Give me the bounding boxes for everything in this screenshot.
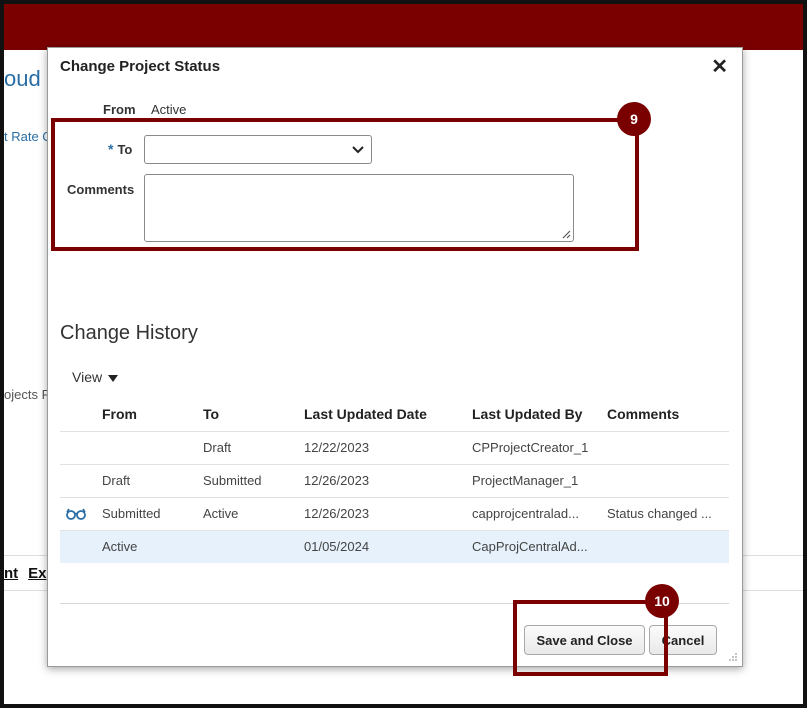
view-menu-label: View: [72, 369, 103, 385]
table-row[interactable]: Submitted Active 12/26/2023 capprojcentr…: [60, 496, 729, 530]
view-details-icon[interactable]: [66, 508, 86, 520]
app-header-bar: [4, 4, 803, 50]
annotation-highlight-step-9: [51, 118, 639, 251]
cell-to: Active: [203, 496, 304, 530]
caret-down-icon: [108, 374, 119, 382]
cell-to: Draft: [203, 430, 304, 464]
row-icon-cell: [60, 529, 102, 563]
cell-comments: [607, 430, 729, 464]
table-header-row: From To Last Updated Date Last Updated B…: [60, 397, 729, 431]
background-tab[interactable]: nt: [4, 565, 18, 582]
from-label: From: [103, 102, 136, 117]
cell-comments: [607, 529, 729, 563]
change-history-table: From To Last Updated Date Last Updated B…: [60, 397, 729, 563]
change-history-title: Change History: [60, 322, 198, 344]
view-menu[interactable]: View: [72, 369, 119, 385]
background-link: t Rate C: [4, 129, 52, 144]
close-icon[interactable]: ✕: [711, 54, 728, 79]
cell-comments: Status changed ...: [607, 496, 729, 530]
cell-date: 12/26/2023: [304, 496, 472, 530]
table-row-selected[interactable]: Active 01/05/2024 CapProjCentralAd...: [60, 529, 729, 563]
column-header-last-updated-by[interactable]: Last Updated By: [472, 397, 607, 431]
cell-updated-by: CapProjCentralAd...: [472, 529, 607, 563]
annotation-badge-step-9: 9: [617, 102, 651, 136]
from-value: Active: [151, 102, 187, 117]
column-header-icon: [60, 397, 102, 431]
column-header-from[interactable]: From: [102, 397, 203, 431]
cell-updated-by: CPProjectCreator_1: [472, 430, 607, 464]
annotation-badge-step-10: 10: [645, 584, 679, 618]
row-icon-cell: [60, 430, 102, 464]
column-header-to[interactable]: To: [203, 397, 304, 431]
column-header-comments[interactable]: Comments: [607, 397, 729, 431]
cell-from: [102, 430, 203, 464]
cell-from: Active: [102, 529, 203, 563]
cell-date: 12/22/2023: [304, 430, 472, 464]
cell-from: Submitted: [102, 496, 203, 530]
cell-to: [203, 529, 304, 563]
cell-comments: [607, 463, 729, 497]
cell-to: Submitted: [203, 463, 304, 497]
row-icon-cell: [60, 463, 102, 497]
table-row[interactable]: Draft Submitted 12/26/2023 ProjectManage…: [60, 463, 729, 497]
table-row[interactable]: Draft 12/22/2023 CPProjectCreator_1: [60, 430, 729, 464]
cell-updated-by: capprojcentralad...: [472, 496, 607, 530]
background-tab[interactable]: Ex: [28, 565, 46, 582]
annotation-highlight-step-10: [513, 600, 668, 676]
dialog-resize-grip-icon[interactable]: [726, 650, 738, 662]
background-label: ojects F: [4, 387, 50, 402]
cell-from: Draft: [102, 463, 203, 497]
dialog-title: Change Project Status: [60, 58, 221, 75]
cell-date: 12/26/2023: [304, 463, 472, 497]
row-icon-cell: [60, 496, 102, 530]
cell-date: 01/05/2024: [304, 529, 472, 563]
cell-updated-by: ProjectManager_1: [472, 463, 607, 497]
column-header-last-updated-date[interactable]: Last Updated Date: [304, 397, 472, 431]
